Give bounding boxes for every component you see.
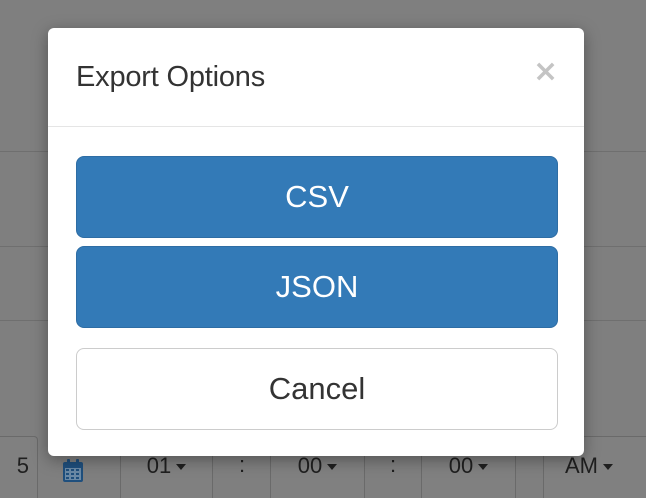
date-input[interactable]: 5 [0, 436, 38, 498]
export-options-modal: Export Options × CSV JSON Cancel [48, 28, 584, 456]
export-json-button[interactable]: JSON [76, 246, 558, 328]
date-input-value: 5 [16, 452, 29, 478]
meridiem-value: AM [565, 452, 598, 478]
second-value: 00 [448, 452, 474, 478]
hour-value: 01 [146, 452, 172, 478]
modal-body: CSV JSON Cancel [76, 156, 558, 438]
cancel-button[interactable]: Cancel [76, 348, 558, 430]
calendar-icon[interactable] [62, 459, 84, 483]
minute-value: 00 [297, 452, 323, 478]
chevron-down-icon [176, 463, 187, 470]
chevron-down-icon [478, 463, 489, 470]
chevron-down-icon [327, 463, 338, 470]
modal-title: Export Options [76, 61, 266, 93]
export-csv-button[interactable]: CSV [76, 156, 558, 238]
chevron-down-icon [603, 463, 613, 470]
modal-header: Export Options × [48, 28, 584, 127]
close-button[interactable]: × [533, 57, 558, 87]
